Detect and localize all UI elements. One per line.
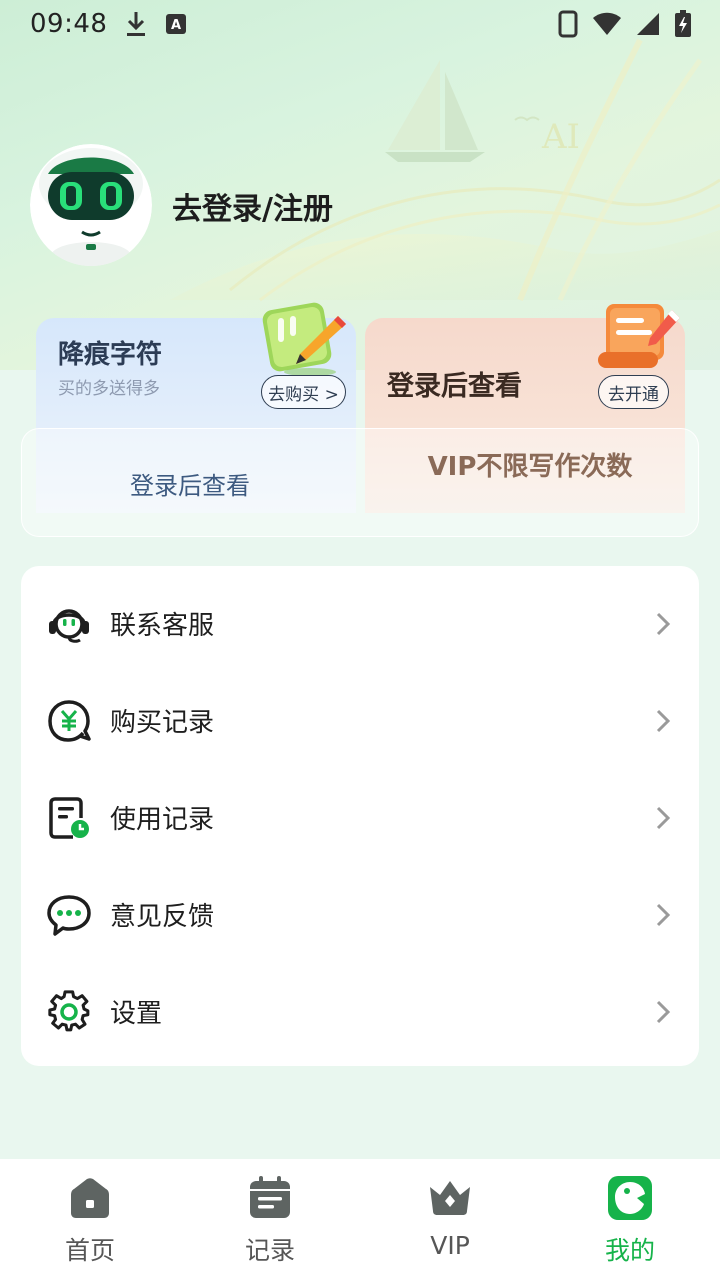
pen-note-icon [262,302,346,376]
nav-label: 首页 [64,1236,115,1265]
yuan-coin-icon [48,699,91,742]
feedback-bubble-icon [47,894,91,936]
chevron-right-icon [656,612,671,635]
profile-logo-icon [608,1176,652,1220]
nav-mine[interactable]: 我的 [540,1159,720,1280]
calendar-icon [250,1176,290,1218]
login-register-link[interactable]: 去登录/注册 [172,184,333,228]
profile-page: AI 09:48 A 去登录/注册 降痕字符 买的多送得多 去购买 > 登录后查… [0,0,720,1280]
nav-label: VIP [430,1231,470,1260]
menu-item-purchase-records[interactable]: 购买记录 [21,672,699,769]
menu-item-label: 使用记录 [110,805,215,835]
wifi-icon [593,12,621,35]
status-bar: 09:48 A [0,0,720,48]
buy-button[interactable]: 去购买 > [261,375,346,409]
activate-vip-button[interactable]: 去开通 [598,375,669,409]
credits-subtitle: 买的多送得多 [58,379,160,399]
svg-text:A: A [171,18,181,33]
nav-label: 我的 [604,1236,655,1265]
home-icon [71,1178,109,1218]
menu-item-label: 购买记录 [110,708,215,738]
svg-text:AI: AI [541,117,580,157]
headset-icon [49,608,89,643]
robot-avatar-icon [30,144,152,266]
usage-record-icon [49,796,89,839]
menu-item-label: 意见反馈 [110,902,215,932]
gear-icon [48,989,90,1031]
avatar[interactable] [30,144,152,266]
menu-item-label: 设置 [110,999,163,1029]
nav-label: 记录 [244,1236,295,1265]
phone-icon [558,10,578,38]
nav-home[interactable]: 首页 [0,1159,180,1280]
menu-item-feedback[interactable]: 意见反馈 [21,866,699,963]
menu-item-customer-service[interactable]: 联系客服 [21,575,699,672]
scroll-pen-icon [598,304,680,368]
nav-vip[interactable]: VIP [360,1159,540,1280]
menu-card: 联系客服 购买记录 使用记录 意见反馈 设置 [21,566,699,1066]
credits-title: 降痕字符 [58,340,163,370]
cell-signal-icon [637,13,659,35]
menu-item-settings[interactable]: 设置 [21,963,699,1060]
chevron-right-icon [656,806,671,829]
download-icon [127,12,146,36]
credits-value: 登录后查看 [130,472,250,500]
chevron-right-icon [656,903,671,926]
chevron-right-icon [656,1000,671,1023]
chevron-right-icon [656,709,671,732]
menu-item-label: 联系客服 [110,611,215,641]
bottom-navigation: 首页 记录 VIP 我的 [0,1159,720,1280]
status-time: 09:48 [30,9,108,39]
vip-benefit-text: VIP不限写作次数 [427,452,633,482]
nav-records[interactable]: 记录 [180,1159,360,1280]
battery-charging-icon [675,10,691,37]
menu-item-usage-records[interactable]: 使用记录 [21,769,699,866]
vip-card-title: 登录后查看 [387,371,522,402]
crown-icon [430,1181,470,1215]
app-notification-icon: A [166,14,187,34]
